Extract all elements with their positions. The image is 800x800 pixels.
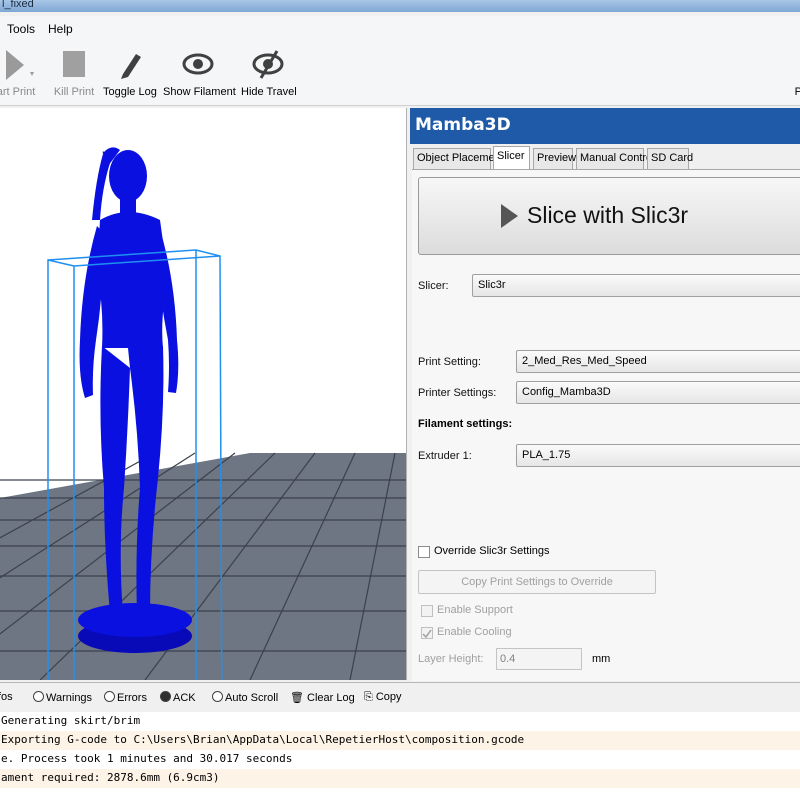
filter-warnings-label: Warnings [46,692,93,704]
log-filter-bar: fos Warnings Errors ACK Auto Scroll 🗑 Cl… [0,682,800,712]
extruder-select[interactable]: PLA_1.75 [516,444,800,467]
radio-icon [33,691,44,702]
copy-log-label: Copy [375,691,402,703]
tab-sd-card[interactable]: SD Card [647,148,693,169]
pencil-icon [121,54,141,79]
menu-bar: Tools Help [0,16,800,42]
kill-print-button[interactable]: Kill Print [52,48,96,104]
filter-ack-label: ACK [173,692,196,704]
radio-icon [160,691,171,702]
menu-tools[interactable]: Tools [7,22,35,36]
enable-support-label: Enable Support [437,604,513,616]
window-titlebar: l_fixed [0,0,800,12]
checkmark-icon [422,629,432,639]
window-title: l_fixed [2,0,34,10]
slicer-label: Slicer: [418,280,449,292]
start-print-label: art Print [0,86,36,98]
override-label: Override Slic3r Settings [434,545,550,557]
slicer-tab-content: Slice with Slic3r Slicer: Slic3r Print S… [412,169,800,681]
tab-slicer[interactable]: Slicer [493,146,530,170]
hide-travel-button[interactable]: Hide Travel [241,48,297,104]
layer-height-label: Layer Height: [418,653,484,665]
filter-errors-label: Errors [117,692,147,704]
toggle-log-button[interactable]: Toggle Log [103,48,157,104]
trash-icon: 🗑 [290,692,308,704]
slice-button[interactable]: Slice with Slic3r [418,177,800,255]
eye-icon [182,53,214,75]
filter-errors[interactable]: Errors [104,691,147,704]
log-line: ament required: 2878.6mm (6.9cm3) [0,769,800,788]
extruder-label: Extruder 1: [418,450,472,462]
auto-scroll-toggle[interactable]: Auto Scroll [212,691,278,704]
show-filament-button[interactable]: Show Filament [163,48,236,104]
enable-support-checkbox[interactable] [421,605,433,617]
slice-button-label: Slice with Slic3r [527,202,689,228]
copy-icon: ⎘ [364,691,376,703]
kill-print-label: Kill Print [53,86,95,98]
log-output[interactable]: Generating skirt/brim Exporting G-code t… [0,712,800,800]
printer-settings-label: Printer Settings: [418,387,497,399]
3d-view[interactable] [0,108,407,680]
tab-manual-control[interactable]: Manual Control [576,148,655,169]
radio-icon [212,691,223,702]
layer-height-input[interactable]: 0.4 [496,648,582,670]
copy-settings-button[interactable]: Copy Print Settings to Override [418,570,656,594]
tab-object-placement[interactable]: Object Placement [413,148,504,169]
enable-cooling-label: Enable Cooling [437,626,512,638]
filter-infos[interactable]: fos [0,691,13,703]
override-checkbox[interactable] [418,546,430,558]
printer-settings-select[interactable]: Config_Mamba3D [516,381,800,404]
filament-settings-heading: Filament settings: [418,418,513,430]
toggle-log-label: Toggle Log [103,86,157,98]
filter-ack[interactable]: ACK [160,691,196,704]
toolbar: art Print Kill Print Toggle Log Show Fil… [0,42,800,106]
toolbar-right-fragment: P [794,86,800,98]
clear-log-label: Clear Log [307,692,355,704]
hide-travel-label: Hide Travel [241,86,297,98]
right-panel: Mamba3D Object Placement Slicer Preview … [410,108,800,681]
tab-preview[interactable]: Preview [533,148,576,169]
enable-cooling-checkbox[interactable] [421,627,433,639]
print-setting-select[interactable]: 2_Med_Res_Med_Speed [516,350,800,373]
start-print-button[interactable]: art Print [0,48,38,104]
copy-log-button[interactable]: ⎘ Copy [364,691,402,704]
layer-height-unit: mm [592,653,611,665]
printer-name-header: Mamba3D [410,108,800,144]
stop-icon [63,51,85,77]
print-bed-grid [0,452,406,680]
clear-log-button[interactable]: 🗑 Clear Log [290,691,355,704]
slicer-select[interactable]: Slic3r [472,274,800,297]
print-setting-label: Print Setting: [418,356,481,368]
log-line: Exporting G-code to C:\Users\Brian\AppDa… [0,731,800,750]
radio-icon [104,691,115,702]
log-line: e. Process took 1 minutes and 30.017 sec… [1,752,293,765]
play-icon [501,204,518,228]
auto-scroll-label: Auto Scroll [225,692,279,704]
show-filament-label: Show Filament [163,86,236,98]
filter-warnings[interactable]: Warnings [33,691,92,704]
play-icon [6,50,34,80]
log-line: Generating skirt/brim [1,714,141,727]
menu-help[interactable]: Help [48,22,73,36]
3d-scene[interactable] [0,108,407,680]
eye-slash-icon [252,50,284,79]
